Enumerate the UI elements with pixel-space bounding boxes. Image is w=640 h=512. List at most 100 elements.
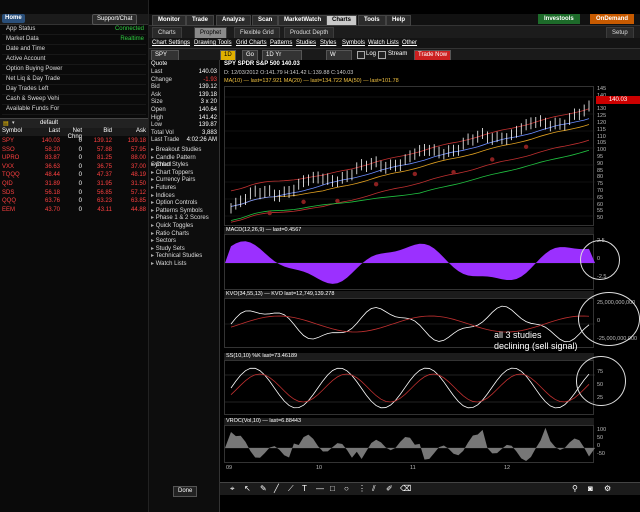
cell-symbol[interactable]: EEM [2, 206, 32, 215]
trendline-icon[interactable]: ⟋ [288, 484, 294, 494]
nav-tab-charts[interactable]: Charts [326, 15, 358, 26]
investools-button[interactable]: Investools [538, 14, 580, 24]
col-ask[interactable]: Ask [116, 128, 146, 134]
watchlist-row[interactable]: QQQ 63.76 0 63.23 63.85 [0, 197, 148, 206]
fibonacci-icon[interactable]: ⋮ [358, 484, 366, 493]
signal-dot [301, 199, 306, 205]
home-button[interactable]: Home [2, 14, 25, 23]
nav-tab-analyze[interactable]: Analyze [216, 15, 251, 26]
quote-section[interactable]: ▸ Sectors [151, 238, 217, 246]
stream-checkbox[interactable] [378, 51, 386, 59]
nav-tab-scan[interactable]: Scan [252, 15, 279, 26]
watchlist-row[interactable]: SPY 140.03 0 139.12 139.18 [0, 137, 148, 146]
watchlist-row[interactable]: SSO 58.20 0 57.88 57.95 [0, 146, 148, 155]
rectangle-icon[interactable]: □ [330, 484, 335, 493]
done-button[interactable]: Done [173, 486, 198, 497]
quote-section[interactable]: ▸ Futures [151, 185, 217, 193]
date-label-nov: 11 [410, 465, 416, 471]
cell-symbol[interactable]: SSO [2, 146, 32, 155]
quote-section[interactable]: ▸ Option Controls [151, 200, 217, 208]
price-pane[interactable] [224, 86, 595, 226]
cell-symbol[interactable]: SDS [2, 189, 32, 198]
account-row[interactable]: Net Liq & Day Trade [2, 75, 146, 85]
watchlist-menu-icon[interactable]: ▾ [12, 120, 15, 126]
nav-tab-monitor[interactable]: Monitor [152, 15, 186, 26]
account-row[interactable]: Cash & Sweep Vehi [2, 95, 146, 105]
quote-section[interactable]: ▸ Watch Lists [151, 261, 217, 269]
line-icon[interactable]: ╱ [274, 484, 279, 493]
channel-icon[interactable]: ⫽ [372, 484, 376, 494]
menu-studies[interactable]: Studies [296, 38, 316, 48]
quote-section[interactable]: ▸ Study Sets [151, 246, 217, 254]
zoom-icon[interactable]: ⚲ [572, 484, 578, 493]
account-row[interactable]: Market Data Realtime [2, 35, 146, 45]
quote-section[interactable]: ▸ Chart Toppers [151, 170, 217, 178]
pencil-icon[interactable]: ✎ [260, 484, 267, 493]
quote-section[interactable]: ▸ Candle Pattern Symbol [151, 155, 217, 169]
log-checkbox[interactable] [357, 51, 365, 59]
account-row[interactable]: Day Trades Left [2, 85, 146, 95]
account-row[interactable]: Available Funds For [2, 105, 146, 115]
quote-section-label: Futures [155, 185, 177, 191]
watchlist-icon[interactable]: ▤ [3, 120, 9, 127]
account-row[interactable]: Option Buying Power [2, 65, 146, 75]
watchlist-row[interactable]: TQQQ 48.44 0 47.37 48.19 [0, 171, 148, 180]
cursor-icon[interactable]: ⌖ [230, 484, 235, 494]
quote-section[interactable]: ▸ Currency Pairs [151, 177, 217, 185]
watchlist-row[interactable]: VXX 36.63 0 36.75 37.00 [0, 163, 148, 172]
ss-pane[interactable] [224, 360, 595, 415]
col-bid[interactable]: Bid [84, 128, 112, 134]
col-symbol[interactable]: Symbol [2, 128, 32, 134]
watchlist-row[interactable]: SDS 56.18 0 56.85 57.12 [0, 189, 148, 198]
account-row[interactable]: Date and Time [2, 45, 146, 55]
log-label: Log [366, 51, 377, 57]
quote-section[interactable]: ▸ Indices [151, 193, 217, 201]
nav-tab-trade[interactable]: Trade [186, 15, 215, 26]
watchlist-row[interactable]: QID 31.89 0 31.95 31.50 [0, 180, 148, 189]
cell-symbol[interactable]: QQQ [2, 197, 32, 206]
menu-patterns[interactable]: Patterns [270, 38, 292, 48]
quote-section[interactable]: ▸ Ratio Charts [151, 231, 217, 239]
arrow-icon[interactable]: ↖ [244, 484, 251, 493]
support-chat-button[interactable]: Support/Chat [92, 14, 138, 25]
ondemand-button[interactable]: OnDemand [590, 14, 635, 24]
vroc-pane[interactable] [224, 425, 595, 463]
menu-other[interactable]: Other [402, 38, 417, 48]
ss-highlight-circle [576, 356, 626, 406]
camera-icon[interactable]: ◙ [588, 484, 593, 493]
quote-section[interactable]: ▸ Phase 1 & 2 Scores [151, 215, 217, 223]
menu-symbols[interactable]: Symbols [342, 38, 365, 48]
quote-section[interactable]: ▸ Breakout Studies [151, 147, 217, 155]
menu-chart-settings[interactable]: Chart Settings [152, 38, 190, 48]
settings-icon[interactable]: ⚙ [604, 484, 611, 493]
account-row[interactable]: Active Account [2, 55, 146, 65]
cell-symbol[interactable]: VXX [2, 163, 32, 172]
watchlist-row[interactable]: UPRO 83.87 0 81.25 88.00 [0, 154, 148, 163]
menu-watch-lists[interactable]: Watch Lists [368, 38, 399, 48]
quote-title[interactable]: Quote [151, 61, 167, 67]
cell-symbol[interactable]: TQQQ [2, 171, 32, 180]
account-row[interactable]: App Status Connected [2, 25, 146, 35]
ellipse-icon[interactable]: ○ [344, 484, 349, 493]
watchlist-name[interactable]: default [40, 120, 58, 126]
menu-drawing-tools[interactable]: Drawing Tools [194, 38, 232, 48]
cell-symbol[interactable]: QID [2, 180, 32, 189]
nav-tab-marketwatch[interactable]: MarketWatch [278, 15, 328, 26]
quote-section[interactable]: ▸ Quick Toggles [151, 223, 217, 231]
quote-section[interactable]: ▸ Technical Studies [151, 253, 217, 261]
macd-pane[interactable] [224, 234, 595, 290]
cell-symbol[interactable]: UPRO [2, 154, 32, 163]
nav-tab-help[interactable]: Help [386, 15, 412, 26]
brush-icon[interactable]: ✐ [386, 484, 393, 493]
menu-styles[interactable]: Styles [320, 38, 336, 48]
menu-grid-charts[interactable]: Grid Charts [236, 38, 267, 48]
col-last[interactable]: Last [38, 128, 60, 134]
nav-tab-tools[interactable]: Tools [358, 15, 386, 26]
quote-section[interactable]: ▸ Patterns Symbols [151, 208, 217, 216]
quote-section[interactable]: ▸ Chart Styles [151, 162, 217, 170]
hline-icon[interactable]: — [316, 484, 324, 493]
watchlist-row[interactable]: EEM 43.70 0 43.11 44.88 [0, 206, 148, 215]
eraser-icon[interactable]: ⌫ [400, 484, 411, 493]
text-icon[interactable]: T [302, 484, 307, 493]
cell-symbol[interactable]: SPY [2, 137, 32, 146]
